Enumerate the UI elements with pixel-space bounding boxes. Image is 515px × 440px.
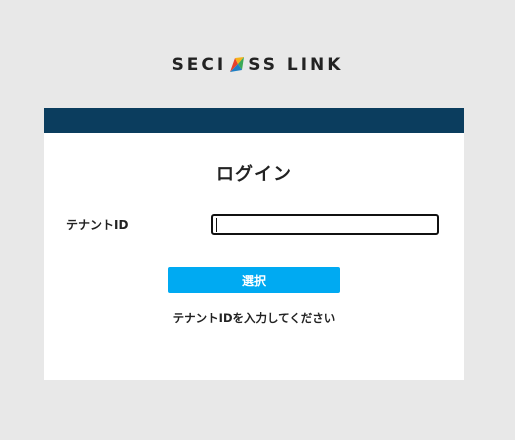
login-card: ログイン テナントID 選択 テナントIDを入力してください: [44, 108, 464, 380]
logo-text-right: SS LINK: [248, 55, 344, 75]
select-button[interactable]: 選択: [168, 267, 340, 293]
login-page: SECI SS LINK ログイン テナントID 選択 テナントIDを入力してく…: [0, 0, 515, 440]
page-title: ログイン: [216, 164, 292, 185]
tenant-id-input[interactable]: [211, 214, 439, 235]
card-header-bar: [44, 108, 464, 133]
text-caret: [216, 218, 217, 232]
seciss-logo-mark-icon: [230, 57, 245, 72]
tenant-id-label: テナントID: [66, 218, 129, 232]
tenant-id-hint: テナントIDを入力してください: [172, 311, 336, 325]
logo-text: SECI SS LINK: [172, 55, 344, 75]
logo-text-left: SECI: [171, 55, 227, 75]
logo: SECI SS LINK: [0, 55, 515, 75]
